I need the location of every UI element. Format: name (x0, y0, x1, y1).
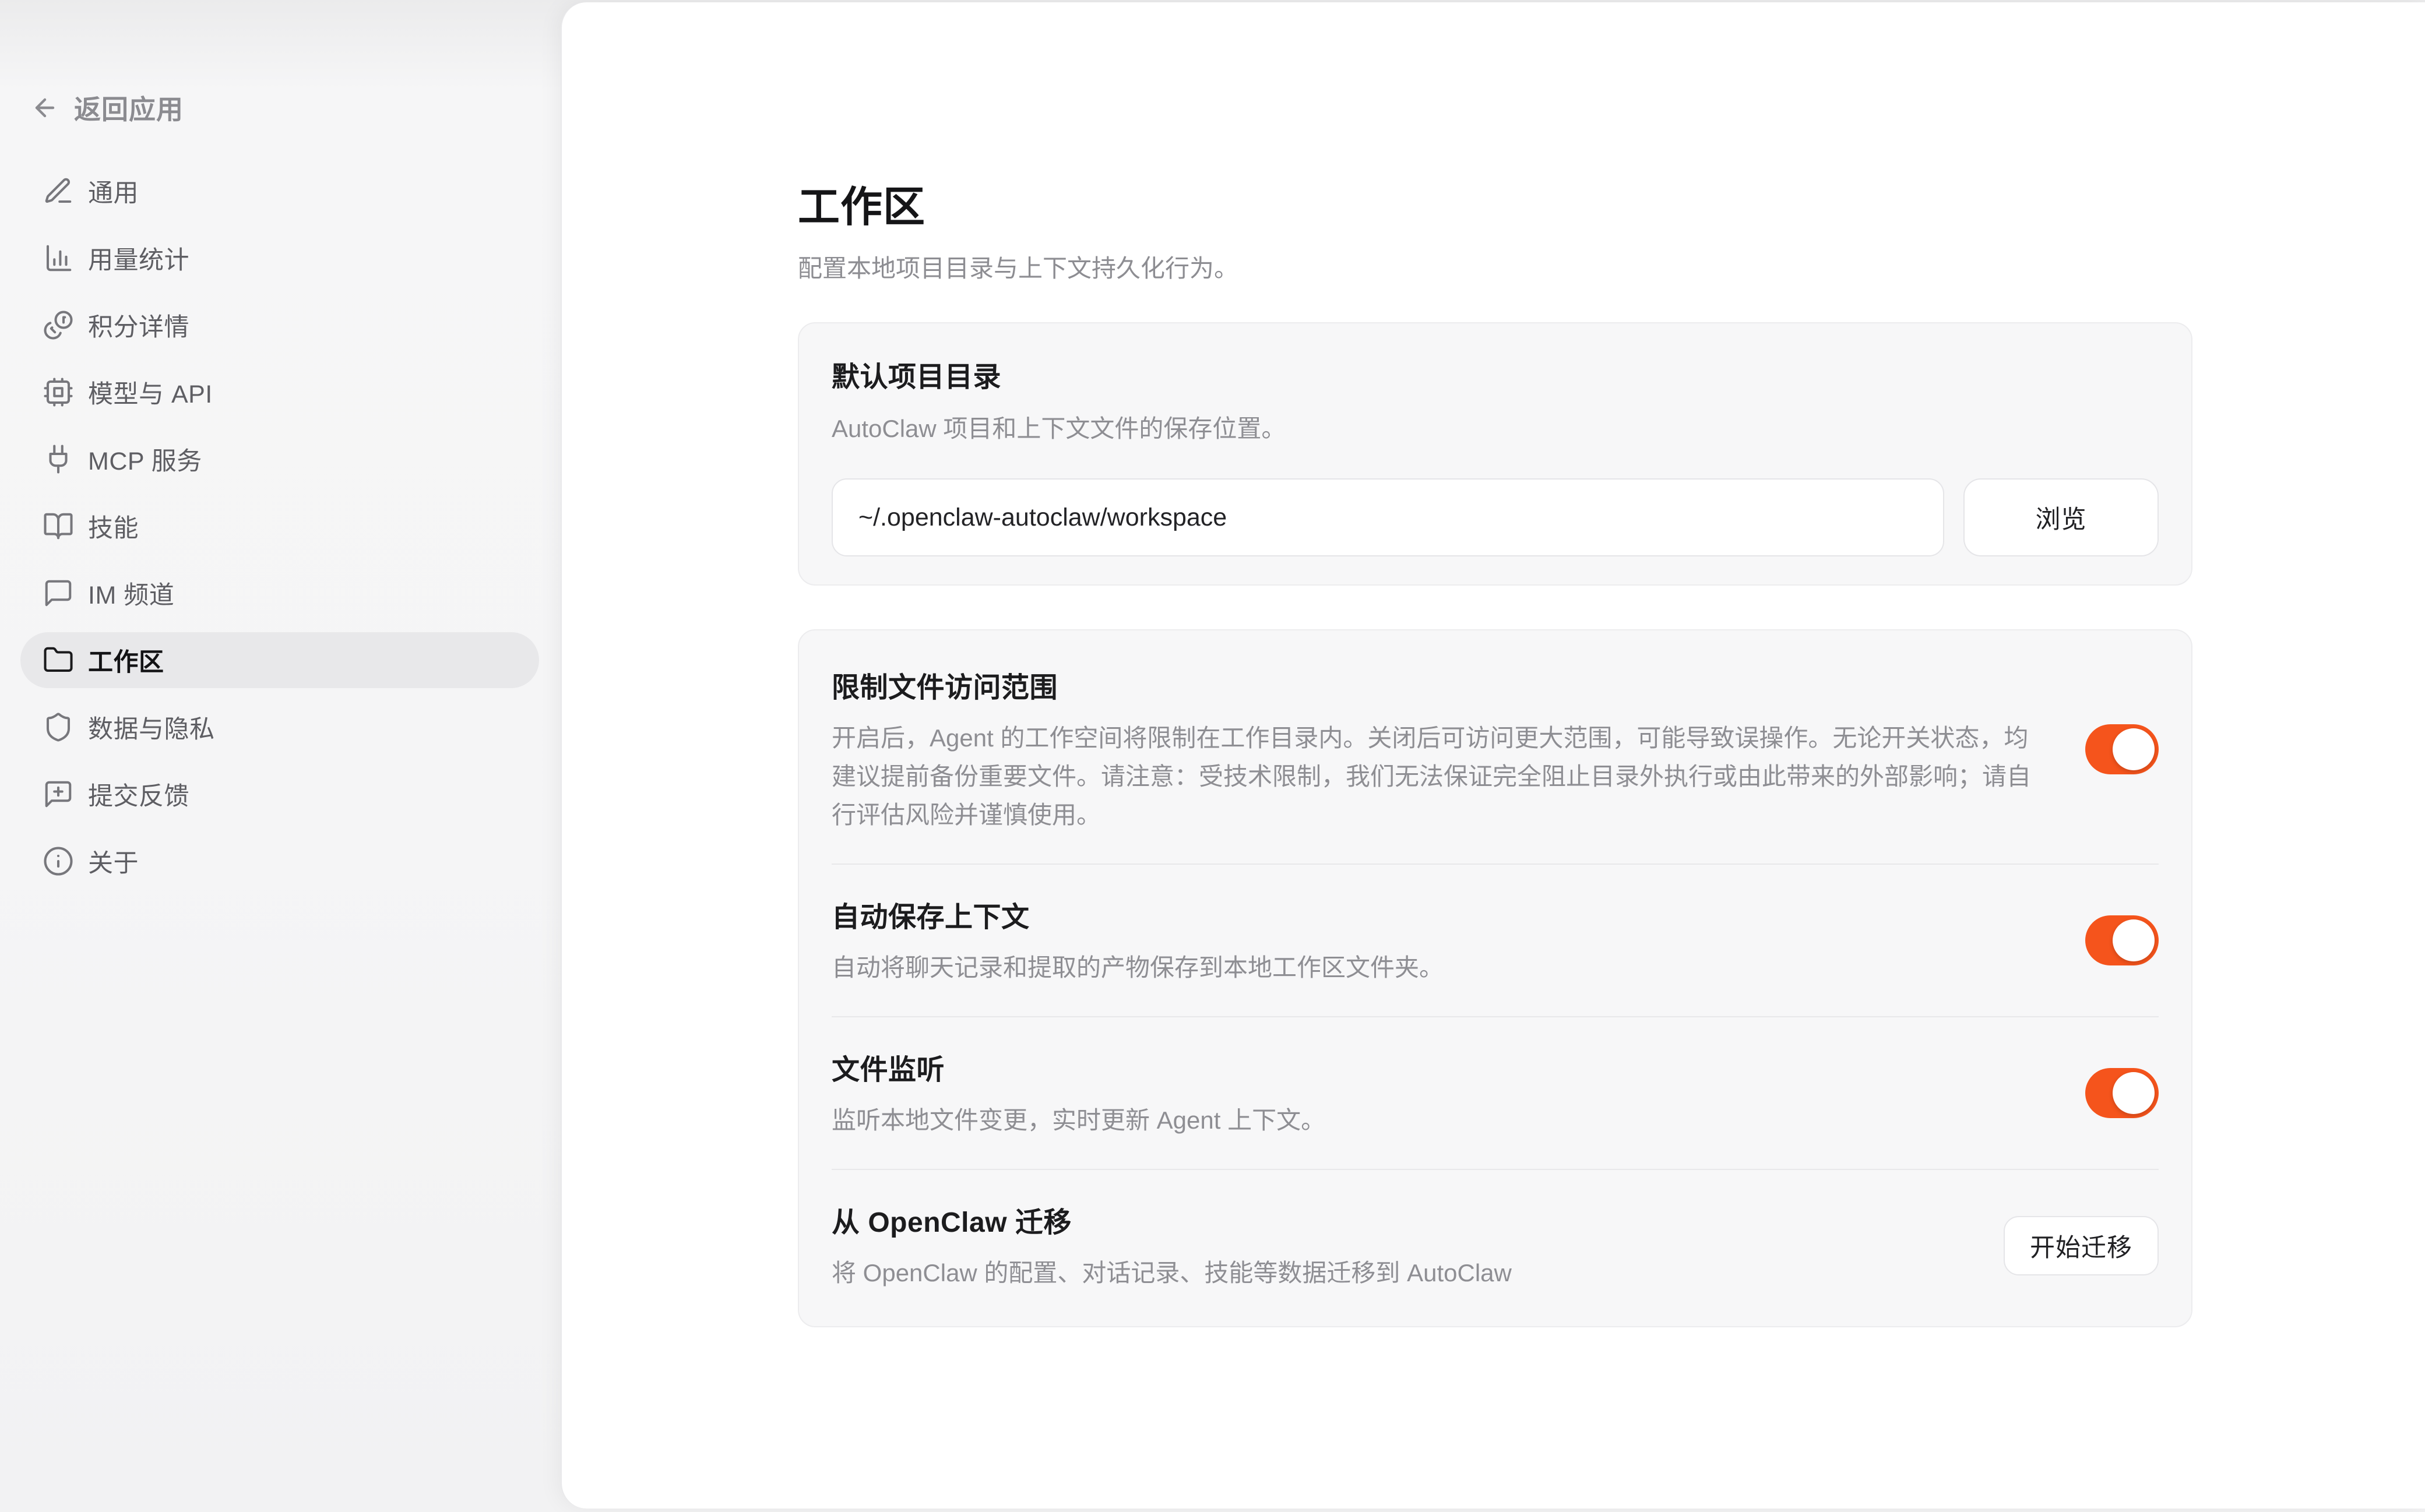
feedback-plus-icon (43, 778, 74, 810)
directory-input-row: 浏览 (832, 478, 2159, 556)
default-directory-card: 默认项目目录 AutoClaw 项目和上下文文件的保存位置。 浏览 (798, 322, 2192, 586)
setting-row-restrict-file-access: 限制文件访问范围 开启后，Agent 的工作空间将限制在工作目录内。关闭后可访问… (832, 635, 2159, 864)
shield-icon (43, 711, 74, 743)
start-migration-button[interactable]: 开始迁移 (2004, 1216, 2159, 1275)
sidebar-item-credits[interactable]: 积分详情 (20, 297, 539, 353)
sidebar-item-feedback[interactable]: 提交反馈 (20, 766, 539, 822)
setting-title: 限制文件访问范围 (832, 664, 2039, 705)
setting-description: 自动将聊天记录和提取的产物保存到本地工作区文件夹。 (832, 949, 2039, 987)
sidebar-item-im-channels[interactable]: IM 频道 (20, 565, 539, 621)
sidebar-item-label: 通用 (88, 173, 139, 209)
settings-window: 返回应用 通用 用量统计 积分详情 (0, 0, 2425, 1512)
setting-row-migrate-openclaw: 从 OpenClaw 迁移 将 OpenClaw 的配置、对话记录、技能等数据迁… (832, 1170, 2159, 1321)
setting-description: 将 OpenClaw 的配置、对话记录、技能等数据迁移到 AutoClaw (832, 1254, 1957, 1292)
coins-icon (43, 309, 74, 341)
setting-text: 从 OpenClaw 迁移 将 OpenClaw 的配置、对话记录、技能等数据迁… (832, 1199, 1957, 1292)
file-watch-toggle[interactable] (2085, 1068, 2159, 1118)
workspace-settings-card: 限制文件访问范围 开启后，Agent 的工作空间将限制在工作目录内。关闭后可访问… (798, 629, 2192, 1327)
setting-text: 文件监听 监听本地文件变更，实时更新 Agent 上下文。 (832, 1046, 2039, 1140)
sidebar-item-usage-stats[interactable]: 用量统计 (20, 230, 539, 286)
pencil-icon (43, 175, 74, 207)
open-book-icon (43, 510, 74, 542)
restrict-file-access-toggle[interactable] (2085, 724, 2159, 774)
info-icon (43, 845, 74, 877)
sidebar-item-about[interactable]: 关于 (20, 833, 539, 889)
setting-title: 文件监听 (832, 1046, 2039, 1087)
sidebar-item-label: 关于 (88, 843, 139, 879)
setting-title: 自动保存上下文 (832, 894, 2039, 935)
sidebar-item-label: 工作区 (88, 642, 164, 678)
back-to-app-button[interactable]: 返回应用 (31, 89, 184, 127)
sidebar-item-models-api[interactable]: 模型与 API (20, 364, 539, 420)
sidebar-item-general[interactable]: 通用 (20, 163, 539, 219)
main-panel: 工作区 配置本地项目目录与上下文持久化行为。 默认项目目录 AutoClaw 项… (561, 2, 2425, 1509)
setting-row-file-watch: 文件监听 监听本地文件变更，实时更新 Agent 上下文。 (832, 1017, 2159, 1169)
chat-bubble-icon (43, 577, 74, 609)
sidebar-nav: 通用 用量统计 积分详情 模型与 API (0, 163, 561, 900)
auto-save-context-toggle[interactable] (2085, 915, 2159, 965)
setting-row-auto-save-context: 自动保存上下文 自动将聊天记录和提取的产物保存到本地工作区文件夹。 (832, 865, 2159, 1016)
setting-description: 监听本地文件变更，实时更新 Agent 上下文。 (832, 1101, 2039, 1140)
setting-title: 从 OpenClaw 迁移 (832, 1199, 1957, 1240)
page-title: 工作区 (798, 172, 2191, 234)
sidebar-item-mcp-services[interactable]: MCP 服务 (20, 431, 539, 487)
workspace-path-input[interactable] (832, 478, 1944, 556)
plug-icon (43, 443, 74, 475)
sidebar-item-label: MCP 服务 (88, 441, 202, 477)
folder-icon (43, 644, 74, 676)
sidebar-item-label: 积分详情 (88, 307, 189, 343)
sidebar: 返回应用 通用 用量统计 积分详情 (0, 0, 561, 1512)
sidebar-item-label: 模型与 API (88, 374, 213, 410)
setting-text: 自动保存上下文 自动将聊天记录和提取的产物保存到本地工作区文件夹。 (832, 894, 2039, 987)
sidebar-item-data-privacy[interactable]: 数据与隐私 (20, 699, 539, 755)
browse-button[interactable]: 浏览 (1963, 478, 2159, 556)
sidebar-item-label: 提交反馈 (88, 776, 189, 812)
sidebar-item-label: 数据与隐私 (88, 709, 215, 745)
setting-description: 开启后，Agent 的工作空间将限制在工作目录内。关闭后可访问更大范围，可能导致… (832, 719, 2039, 834)
sidebar-item-workspace[interactable]: 工作区 (20, 632, 539, 688)
bar-chart-icon (43, 242, 74, 274)
toggle-knob (2113, 919, 2155, 961)
page-subtitle: 配置本地项目目录与上下文持久化行为。 (798, 251, 2191, 286)
cpu-icon (43, 376, 74, 408)
toggle-knob (2113, 1072, 2155, 1114)
directory-card-description: AutoClaw 项目和上下文文件的保存位置。 (832, 410, 2159, 448)
sidebar-item-skills[interactable]: 技能 (20, 498, 539, 554)
directory-card-title: 默认项目目录 (832, 354, 2159, 394)
sidebar-item-label: 技能 (88, 508, 139, 544)
sidebar-item-label: IM 频道 (88, 575, 174, 611)
toggle-knob (2113, 728, 2155, 770)
back-to-app-label: 返回应用 (74, 89, 184, 127)
sidebar-item-label: 用量统计 (88, 240, 189, 276)
setting-text: 限制文件访问范围 开启后，Agent 的工作空间将限制在工作目录内。关闭后可访问… (832, 664, 2039, 834)
arrow-left-icon (31, 94, 59, 122)
